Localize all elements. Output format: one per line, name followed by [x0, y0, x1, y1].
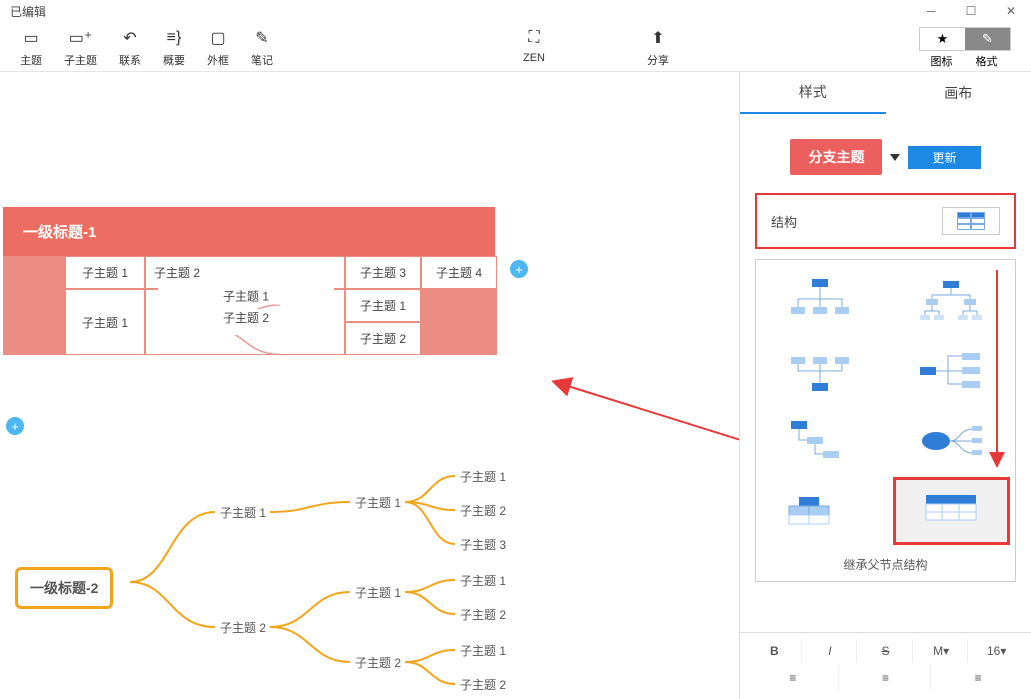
structure-picker: 继承父节点结构 [755, 259, 1016, 582]
add-node-button[interactable]: + [6, 417, 24, 435]
table-cell-branch[interactable]: 子主题 1 子主题 1 子主题 2 [145, 289, 345, 355]
table-cell[interactable]: 子主题 1 [65, 289, 145, 355]
border-icon: ▢ [209, 29, 227, 47]
table-cell[interactable]: 子主题 1 [345, 289, 421, 322]
title-text: 已编辑 [10, 3, 46, 20]
subtheme-button[interactable]: ▭⁺子主题 [64, 27, 97, 68]
structure-option[interactable] [896, 270, 1008, 332]
table-cell[interactable]: 子主题 3 [345, 256, 421, 289]
toolbar: ▭主题 ▭⁺子主题 ↶联系 ≡}概要 ▢外框 ✎笔记 ⛶ZEN ⬆分享 ★ ✎ … [0, 22, 1031, 72]
minimize-button[interactable]: ─ [911, 0, 951, 22]
update-button[interactable]: 更新 [908, 146, 980, 169]
note-button[interactable]: ✎笔记 [251, 27, 273, 68]
map1-title[interactable]: 一级标题-1 [3, 207, 495, 256]
align-left-button[interactable]: ≡ [748, 666, 839, 690]
summary-button[interactable]: ≡}概要 [163, 27, 185, 68]
strike-button[interactable]: S [859, 639, 913, 663]
right-toggle: ★ ✎ [919, 27, 1011, 51]
window-buttons: ─ ☐ ✕ [911, 0, 1031, 22]
structure-option[interactable] [764, 340, 876, 402]
align-center-button[interactable]: ≡ [841, 666, 932, 690]
format-tab-button[interactable]: ✎ [965, 28, 1010, 50]
zen-icon: ⛶ [525, 29, 543, 47]
italic-button[interactable]: I [804, 639, 858, 663]
tab-style[interactable]: 样式 [740, 72, 886, 114]
relation-icon: ↶ [121, 29, 139, 47]
inherit-label: 继承父节点结构 [764, 542, 1007, 573]
structure-option[interactable] [764, 480, 876, 542]
dropdown-icon[interactable] [890, 154, 900, 161]
table-cell[interactable]: 子主题 4 [421, 256, 497, 289]
relation-button[interactable]: ↶联系 [119, 27, 141, 68]
canvas[interactable]: 一级标题-1 子主题 1 子主题 2 子主题 3 子主题 4 子主题 1 子主题… [0, 72, 739, 699]
size-button[interactable]: 16 ▾ [970, 639, 1023, 663]
align-right-button[interactable]: ≡ [933, 666, 1023, 690]
structure-dropdown[interactable] [942, 207, 1000, 235]
add-node-button[interactable]: + [510, 260, 528, 278]
zen-button[interactable]: ⛶ZEN [523, 27, 545, 64]
theme-button[interactable]: ▭主题 [20, 27, 42, 68]
share-icon: ⬆ [649, 29, 667, 47]
m-button[interactable]: M ▾ [915, 639, 969, 663]
close-button[interactable]: ✕ [991, 0, 1031, 22]
summary-icon: ≡} [165, 29, 183, 47]
theme-icon: ▭ [22, 29, 40, 47]
maximize-button[interactable]: ☐ [951, 0, 991, 22]
map2-root[interactable]: 一级标题-2 [15, 567, 113, 609]
table-cell[interactable]: 子主题 1 [65, 256, 145, 289]
structure-option[interactable] [764, 270, 876, 332]
table-cell[interactable]: 子主题 2 [345, 322, 421, 355]
border-button[interactable]: ▢外框 [207, 27, 229, 68]
share-button[interactable]: ⬆分享 [647, 27, 669, 68]
structure-label: 结构 [771, 212, 942, 231]
table-cell[interactable]: 子主题 2 [145, 256, 345, 289]
bold-button[interactable]: B [748, 639, 802, 663]
icon-tab-button[interactable]: ★ [920, 28, 965, 50]
map1-table-node[interactable]: 一级标题-1 子主题 1 子主题 2 子主题 3 子主题 4 子主题 1 子主题… [3, 207, 495, 355]
structure-option[interactable] [896, 340, 1008, 402]
format-toolbar: B I S M ▾ 16 ▾ ≡ ≡ ≡ [740, 632, 1031, 699]
note-icon: ✎ [253, 29, 271, 47]
structure-section: 结构 [755, 193, 1016, 249]
tab-canvas[interactable]: 画布 [886, 72, 1031, 114]
subtheme-icon: ▭⁺ [72, 29, 90, 47]
sidebar: 样式 画布 分支主题 更新 结构 [739, 72, 1031, 699]
branch-theme-button[interactable]: 分支主题 [790, 139, 882, 175]
title-bar: 已编辑 [0, 0, 1031, 22]
structure-option[interactable] [764, 410, 876, 472]
structure-option-selected[interactable] [896, 480, 1008, 542]
structure-option[interactable] [896, 410, 1008, 472]
